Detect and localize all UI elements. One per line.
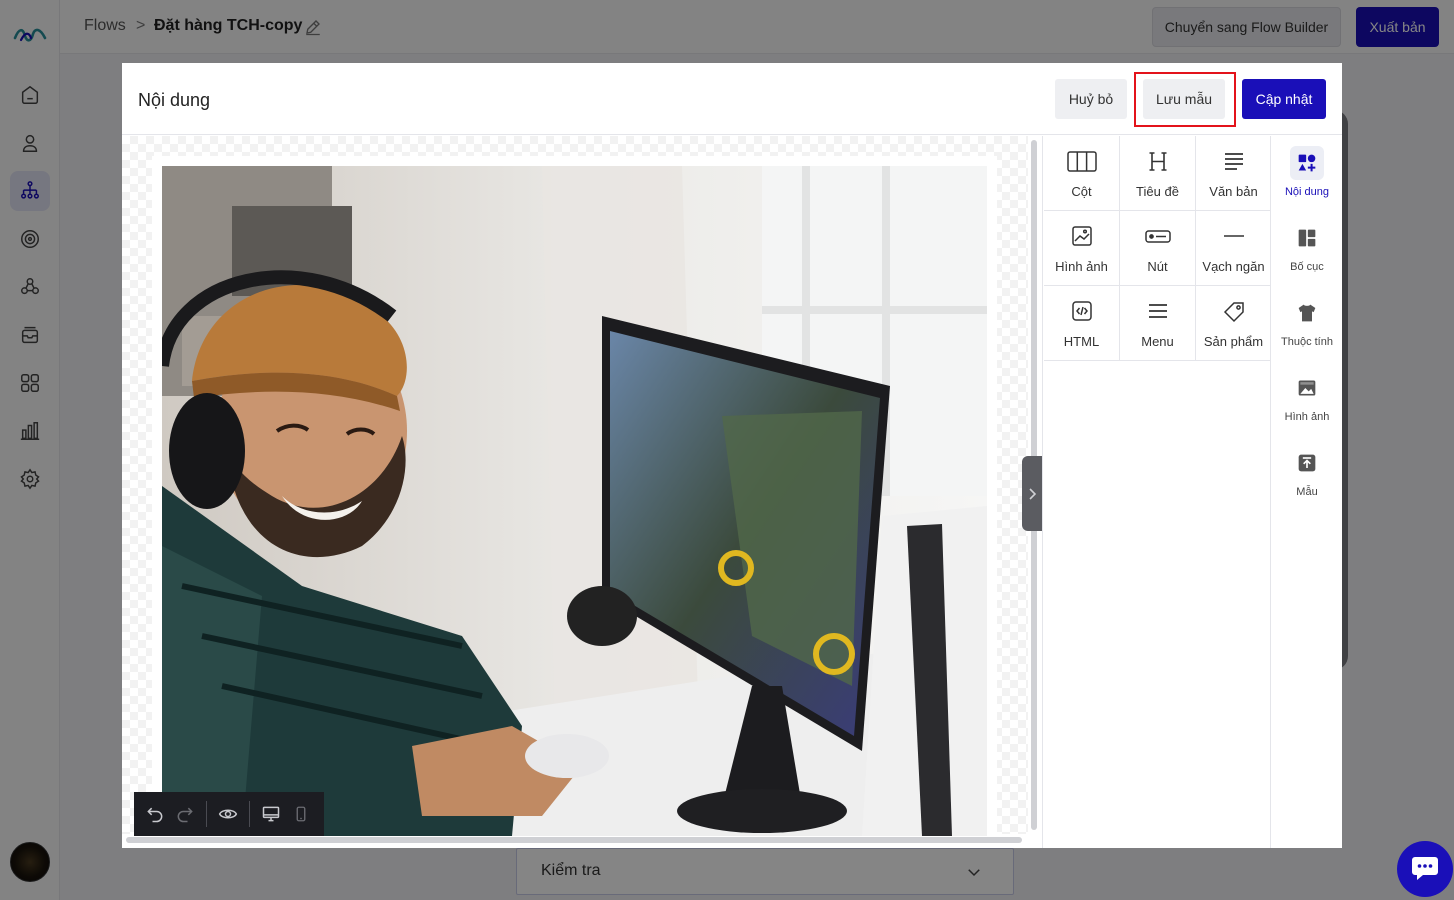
- tab-layout[interactable]: Bố cục: [1271, 221, 1343, 273]
- block-menu[interactable]: Menu: [1120, 286, 1196, 361]
- chat-support-button[interactable]: [1397, 841, 1453, 897]
- gamer-photo: [162, 166, 987, 836]
- horizontal-scrollbar[interactable]: [126, 836, 1026, 844]
- template-icon: [1298, 454, 1316, 472]
- email-body[interactable]: [152, 156, 997, 836]
- tab-label: Nội dung: [1284, 186, 1330, 198]
- block-label: Văn bản: [1209, 184, 1258, 199]
- shirt-icon: [1298, 304, 1316, 322]
- modal-header: Nội dung Huỷ bỏ Lưu mẫu Cập nhật: [122, 63, 1342, 135]
- tab-content[interactable]: Nội dung: [1271, 146, 1343, 198]
- save-template-button[interactable]: Lưu mẫu: [1143, 79, 1225, 119]
- tab-label: Thuộc tính: [1281, 336, 1333, 348]
- block-label: HTML: [1063, 334, 1100, 349]
- block-label: Menu: [1141, 334, 1174, 349]
- block-columns[interactable]: Cột: [1044, 136, 1120, 211]
- block-image[interactable]: Hình ảnh: [1044, 211, 1120, 286]
- tab-label: Hình ảnh: [1284, 411, 1330, 423]
- toolbar-divider: [249, 801, 250, 827]
- button-icon: [1144, 230, 1171, 243]
- chat-bubble-icon: [1412, 857, 1438, 880]
- divider-icon: [1223, 235, 1244, 237]
- columns-icon: [1066, 151, 1097, 172]
- tab-label: Bố cục: [1290, 261, 1324, 273]
- block-divider[interactable]: Vạch ngăn: [1196, 211, 1272, 286]
- block-heading[interactable]: Tiêu đề: [1120, 136, 1196, 211]
- text-icon: [1224, 153, 1243, 170]
- chevron-right-icon: [1029, 487, 1037, 500]
- update-button[interactable]: Cập nhật: [1242, 79, 1326, 119]
- image-icon: [1071, 226, 1092, 246]
- horizontal-scroll-thumb[interactable]: [126, 837, 1022, 843]
- product-tag-icon: [1223, 302, 1244, 323]
- html-icon: [1071, 301, 1092, 321]
- modal-title: Nội dung: [138, 90, 211, 110]
- toolbar-divider: [206, 801, 207, 827]
- collapse-panel-toggle[interactable]: [1022, 456, 1042, 531]
- block-text[interactable]: Văn bản: [1196, 136, 1272, 211]
- redo-icon[interactable]: [170, 799, 200, 829]
- block-label: Sản phẩm: [1203, 334, 1264, 349]
- block-label: Tiêu đề: [1136, 184, 1179, 199]
- block-label: Vạch ngăn: [1202, 259, 1265, 274]
- preview-eye-icon[interactable]: [213, 799, 243, 829]
- editor-tabs: Nội dung Bố cục Thuộc tính Hình ảnh Mẫu: [1270, 136, 1342, 848]
- block-button[interactable]: Nút: [1120, 211, 1196, 286]
- images-icon: [1298, 380, 1316, 396]
- tab-images[interactable]: Hình ảnh: [1271, 371, 1343, 423]
- tab-properties[interactable]: Thuộc tính: [1271, 296, 1343, 348]
- block-html[interactable]: HTML: [1044, 286, 1120, 361]
- block-label: Cột: [1071, 184, 1092, 199]
- tab-label: Mẫu: [1296, 486, 1318, 498]
- menu-icon: [1148, 304, 1167, 318]
- block-product[interactable]: Sản phẩm: [1196, 286, 1272, 361]
- mobile-view-icon[interactable]: [286, 799, 316, 829]
- email-hero-image[interactable]: [162, 166, 987, 836]
- email-canvas[interactable]: [122, 136, 1042, 848]
- block-label: Hình ảnh: [1055, 259, 1108, 274]
- content-editor-modal: Nội dung Huỷ bỏ Lưu mẫu Cập nhật Cột Tiê…: [122, 63, 1342, 848]
- content-icon: [1298, 154, 1316, 172]
- undo-icon[interactable]: [140, 799, 170, 829]
- layout-icon: [1298, 229, 1316, 247]
- tab-templates[interactable]: Mẫu: [1271, 446, 1343, 498]
- desktop-view-icon[interactable]: [256, 799, 286, 829]
- content-blocks-panel: Cột Tiêu đề Văn bản Hình ảnh Nút Vạch ng…: [1042, 136, 1272, 848]
- editor-toolbar: [134, 792, 324, 836]
- cancel-button[interactable]: Huỷ bỏ: [1055, 79, 1127, 119]
- heading-icon: [1149, 152, 1166, 171]
- block-label: Nút: [1147, 259, 1168, 274]
